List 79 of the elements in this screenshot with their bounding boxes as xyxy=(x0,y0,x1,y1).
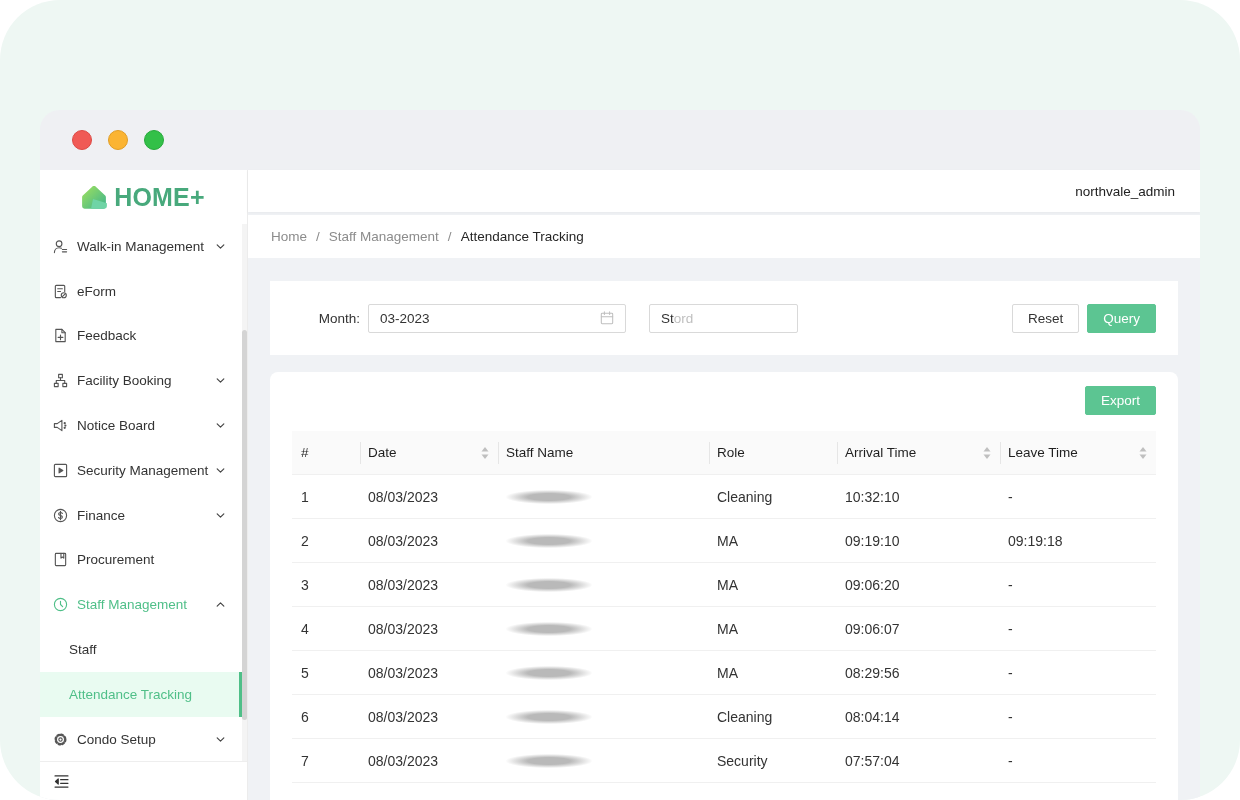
breadcrumb-separator: / xyxy=(447,229,452,244)
play-square-icon xyxy=(53,462,68,478)
calendar-icon xyxy=(600,311,614,325)
gear-icon xyxy=(53,731,68,747)
table-cell: 08/03/2023 xyxy=(360,650,498,695)
menu-item[interactable]: Notice Board xyxy=(40,403,242,448)
document-plus-icon xyxy=(53,328,68,344)
book-icon xyxy=(53,552,68,568)
breadcrumb-current: Attendance Tracking xyxy=(460,229,584,244)
table-cell: 08/03/2023 xyxy=(360,474,498,519)
clock-icon xyxy=(53,597,68,613)
column-header[interactable]: Leave Time xyxy=(1008,445,1078,460)
column-header: # xyxy=(301,445,309,460)
table-cell: 6 xyxy=(292,694,360,739)
menu-item[interactable]: Procurement xyxy=(40,537,242,583)
table-cell: 10:32:10 xyxy=(837,474,1000,519)
breadcrumb-link[interactable]: Home xyxy=(271,229,307,244)
table-cell: 09:06:20 xyxy=(837,562,1000,607)
table-cell: - xyxy=(1000,738,1156,783)
form-icon xyxy=(53,283,68,299)
submenu-item[interactable]: Staff xyxy=(40,627,242,672)
menu-item[interactable]: eForm xyxy=(40,268,242,314)
table-cell: 08:04:14 xyxy=(837,694,1000,739)
column-header[interactable]: Arrival Time xyxy=(845,445,917,460)
window-zoom-button[interactable] xyxy=(144,130,164,150)
table-cell: Security xyxy=(709,738,837,783)
house-logo-icon xyxy=(82,185,108,209)
table-cell: 1 xyxy=(292,474,360,519)
window-close-button[interactable] xyxy=(72,130,92,150)
table-cell: Cleaning xyxy=(709,694,837,739)
breadcrumb-link[interactable]: Staff Management xyxy=(328,229,439,244)
reset-button[interactable]: Reset xyxy=(1011,303,1080,333)
scrollbar[interactable] xyxy=(242,224,247,761)
table-cell: 09:19:10 xyxy=(837,518,1000,563)
dollar-circle-icon xyxy=(53,507,68,523)
table-cell: 08/03/2023 xyxy=(360,606,498,651)
table-cell: 09:19:18 xyxy=(1000,518,1156,563)
table-cell: MA xyxy=(709,650,837,695)
table-cell: 08/03/2023 xyxy=(360,694,498,739)
field-label: Month: xyxy=(317,310,360,326)
table-cell: 07:57:04 xyxy=(837,738,1000,783)
table-cell: - xyxy=(1000,694,1156,739)
speaker-icon xyxy=(53,418,68,434)
table-cell: - xyxy=(1000,474,1156,519)
table-cell: 4 xyxy=(292,606,360,651)
table-cell: MA xyxy=(709,562,837,607)
month-picker[interactable]: 03-2023 xyxy=(368,303,626,333)
window-minimize-button[interactable] xyxy=(108,130,128,150)
table-cell: MA xyxy=(709,606,837,651)
table-cell: 08/03/2023 xyxy=(360,562,498,607)
table-cell: MA xyxy=(709,518,837,563)
column-header: Role xyxy=(717,445,745,460)
table-cell: 7 xyxy=(292,738,360,783)
table-cell: - xyxy=(1000,650,1156,695)
menu-item[interactable]: Walk-in Management xyxy=(40,224,242,269)
menu-item[interactable]: Feedback xyxy=(40,313,242,359)
table-cell: Cleaning xyxy=(709,474,837,519)
user-icon xyxy=(53,238,68,254)
column-header: Staff Name xyxy=(506,445,574,460)
menu-fold-icon xyxy=(54,774,69,788)
breadcrumb-separator: / xyxy=(316,229,320,244)
sitemap-icon xyxy=(53,373,68,389)
table-cell: - xyxy=(1000,606,1156,651)
menu-item[interactable]: Finance xyxy=(40,492,242,538)
table-cell: 08/03/2023 xyxy=(360,518,498,563)
table-cell: 09:06:07 xyxy=(837,606,1000,651)
menu-item[interactable]: Security Management xyxy=(40,448,242,493)
table-cell: 2 xyxy=(292,518,360,563)
table-cell: - xyxy=(1000,562,1156,607)
column-header[interactable]: Date xyxy=(368,445,397,460)
table-cell: 5 xyxy=(292,650,360,695)
brand-name: HOME+ xyxy=(114,182,205,212)
table-cell: 3 xyxy=(292,562,360,607)
table-cell: 08/03/2023 xyxy=(360,738,498,783)
keyword-field[interactable]: Stord xyxy=(649,303,798,333)
table-cell: 08:29:56 xyxy=(837,650,1000,695)
username[interactable]: northvale_admin xyxy=(1075,183,1175,199)
menu-item[interactable]: Condo Setup xyxy=(40,716,242,762)
menu-item[interactable]: Facility Booking xyxy=(40,358,242,404)
